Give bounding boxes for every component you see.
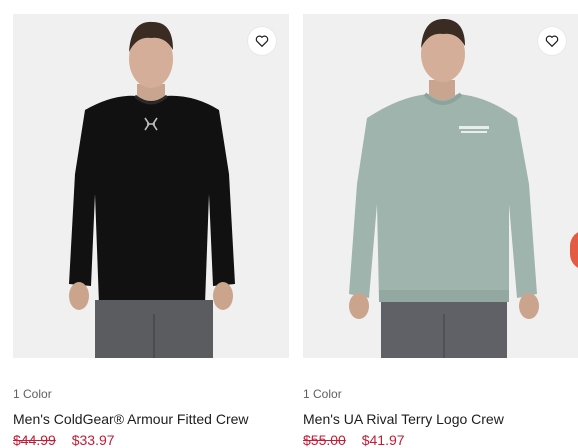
heart-outline-icon	[545, 35, 559, 47]
favorite-button[interactable]	[538, 27, 566, 55]
product-image[interactable]	[303, 14, 578, 358]
product-name[interactable]: Men's UA Rival Terry Logo Crew	[303, 410, 578, 428]
product-card[interactable]: 1 Color Men's ColdGear® Armour Fitted Cr…	[13, 14, 289, 448]
price-block: $44.99 $33.97	[13, 431, 289, 448]
sale-price: $41.97	[361, 432, 405, 448]
product-name[interactable]: Men's ColdGear® Armour Fitted Crew	[13, 410, 289, 428]
original-price: $44.99	[13, 432, 56, 448]
product-grid: 1 Color Men's ColdGear® Armour Fitted Cr…	[0, 0, 578, 448]
color-count: 1 Color	[303, 387, 342, 401]
product-photo-black-crew	[69, 21, 235, 358]
product-photo-sage-crew	[349, 18, 539, 358]
heart-outline-icon	[255, 35, 269, 47]
favorite-button[interactable]	[248, 27, 276, 55]
color-count: 1 Color	[13, 387, 52, 401]
sale-price: $33.97	[71, 432, 115, 448]
product-card[interactable]: 1 Color Men's UA Rival Terry Logo Crew $…	[303, 14, 578, 448]
price-block: $55.00 $41.97	[303, 431, 578, 448]
original-price: $55.00	[303, 432, 346, 448]
product-image[interactable]	[13, 14, 289, 358]
